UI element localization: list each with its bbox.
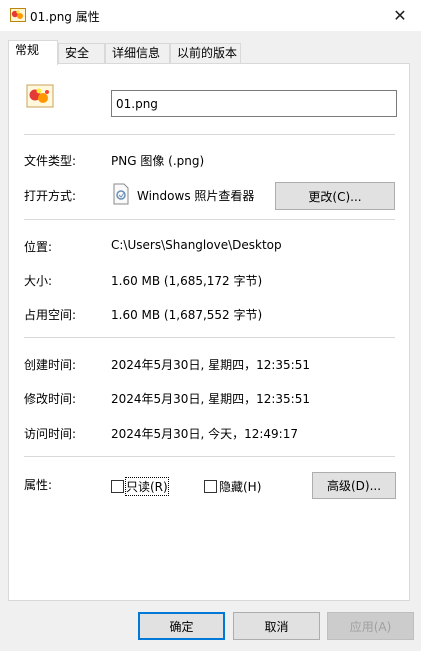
window-title: 01.png 属性 [30,10,100,24]
tab-details[interactable]: 详细信息 [105,43,170,63]
advanced-button-label: 高级(D)... [326,479,382,493]
file-type-value: PNG 图像 (.png) [111,154,205,168]
accessed-label: 访问时间: [24,427,77,441]
location-label: 位置: [24,240,53,254]
size-on-disk-value: 1.60 MB (1,687,552 字节) [111,308,263,322]
separator [24,337,395,338]
ok-button-label: 确定 [169,619,194,634]
change-button-label: 更改(C)... [308,189,362,204]
cancel-button-label: 取消 [264,619,289,634]
advanced-button[interactable]: 高级(D)... [312,472,396,499]
tab-label: 安全 [65,46,90,60]
file-name-input[interactable] [111,90,397,117]
size-value: 1.60 MB (1,685,172 字节) [111,274,263,288]
change-button[interactable]: 更改(C)... [275,182,395,210]
file-type-label: 文件类型: [24,154,77,168]
size-label: 大小: [24,274,53,288]
photo-viewer-icon [112,183,130,205]
apply-button-label: 应用(A) [349,619,392,634]
accessed-value: 2024年5月30日, 今天，12:49:17 [111,427,298,441]
separator [24,219,395,220]
apply-button[interactable]: 应用(A) [327,612,414,640]
tab-previous-versions[interactable]: 以前的版本 [170,43,241,63]
modified-value: 2024年5月30日, 星期四，12:35:51 [111,392,310,406]
image-file-icon [10,8,26,22]
properties-window: 01.png 属性 ✕ 常规 安全 详细信息 以前的版本 01.png 文件类型… [0,0,421,651]
general-tab-panel: 文件类型: PNG 图像 (.png) 打开方式: Windows 照片查看器 … [8,63,410,601]
readonly-label[interactable]: 只读(R) [125,477,169,496]
tab-label: 详细信息 [112,46,161,60]
separator [24,134,395,135]
tab-general[interactable]: 常规 [8,40,58,65]
location-value: C:\Users\Shanglove\Desktop [111,238,282,252]
title-bar: 01.png 属性 ✕ [0,0,421,31]
modified-label: 修改时间: [24,392,77,406]
ok-button[interactable]: 确定 [138,612,225,640]
tab-label: 以前的版本 [177,46,238,60]
open-with-label: 打开方式: [24,189,77,203]
tab-label: 常规 [15,43,40,57]
size-on-disk-label: 占用空间: [24,308,77,322]
attributes-label: 属性: [24,478,53,492]
created-label: 创建时间: [24,358,77,372]
image-file-icon [26,84,54,108]
separator [24,456,395,457]
created-value: 2024年5月30日, 星期四，12:35:51 [111,358,310,372]
hidden-label[interactable]: 隐藏(H) [219,478,261,495]
close-button[interactable]: ✕ [387,4,413,26]
tab-security[interactable]: 安全 [58,43,105,63]
hidden-checkbox[interactable] [204,480,217,493]
open-with-app: Windows 照片查看器 [137,189,255,203]
readonly-checkbox[interactable] [111,480,124,493]
cancel-button[interactable]: 取消 [233,612,320,640]
close-icon: ✕ [393,5,407,25]
